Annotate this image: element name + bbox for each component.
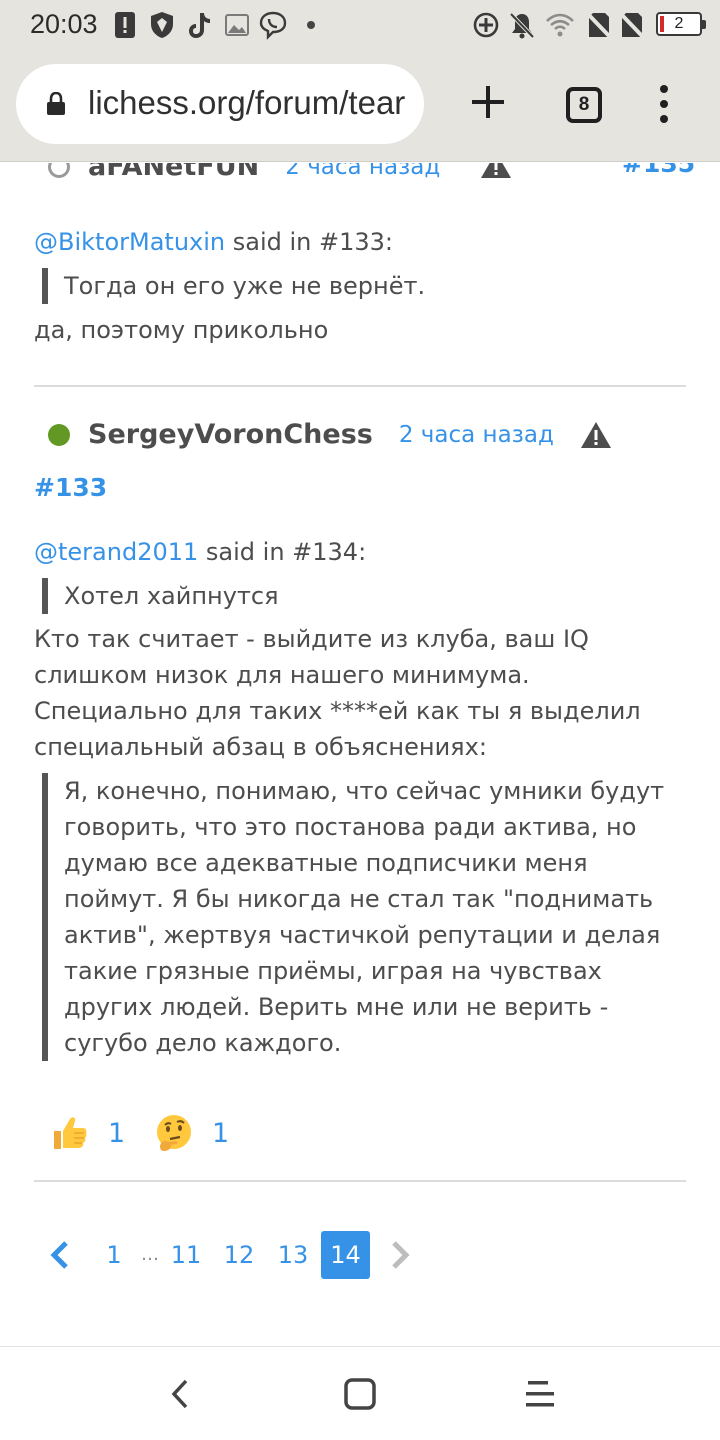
no-sim-icon [618,11,646,40]
post-author[interactable]: SergeyVoronChess [88,419,373,450]
page-link-current[interactable]: 14 [321,1231,370,1279]
viber-icon [259,11,287,40]
said-in-text: said in #133: [225,228,393,256]
alert-icon [115,12,135,38]
new-tab-icon[interactable] [468,82,508,122]
reaction-count: 1 [108,1117,126,1149]
image-icon [225,14,249,36]
tab-switcher-button[interactable]: 8 [566,87,602,123]
page-link-13[interactable]: 13 [275,1231,311,1279]
post-time[interactable]: 2 часа назад [285,163,440,180]
post-body: Кто так считает - выйдите из клуба, ваш … [34,625,641,761]
system-nav-bar [0,1346,720,1440]
shield-icon [151,12,173,38]
back-icon[interactable] [162,1377,202,1411]
quote-block: Я, конечно, понимаю, что сейчас умники б… [42,773,684,1061]
address-bar[interactable]: lichess.org/forum/tear [16,64,424,144]
report-warning-icon[interactable] [480,163,512,179]
said-in-text: said in #134: [198,538,367,566]
status-bar: 20:03 2 [0,0,720,52]
post-time[interactable]: 2 часа назад [399,422,554,448]
post-body: да, поэтому прикольно [34,316,329,344]
home-icon[interactable] [340,1377,380,1411]
no-sim-icon [585,11,613,40]
quote-block: Хотел хайпнутся [42,578,682,614]
recents-menu-icon[interactable] [520,1377,560,1411]
battery-level: 2 [674,15,684,32]
post-number[interactable]: #135 [622,163,695,178]
forum-thread: aFANetFUN 2 часа назад #135 @BiktorMatux… [0,163,720,1343]
post-divider [34,1180,686,1182]
prev-page-icon[interactable] [48,1239,72,1271]
post-header: aFANetFUN 2 часа назад [48,163,440,182]
notification-dot [307,21,315,29]
next-page-icon [392,1241,410,1269]
tiktok-icon [189,13,210,38]
report-warning-icon[interactable] [580,421,612,449]
battery-icon: 2 [656,12,706,36]
url-text[interactable]: lichess.org/forum/tear [88,84,405,122]
post-divider [34,385,686,387]
reaction-count: 1 [212,1117,230,1149]
user-mention[interactable]: @terand2011 [34,538,198,566]
reaction-thinking[interactable]: 1 [154,1113,229,1153]
page-link-12[interactable]: 12 [221,1231,257,1279]
reply-header: @BiktorMatuxin said in #133: [34,224,684,260]
mute-icon [509,12,535,39]
more-menu-icon[interactable] [656,84,672,124]
quote-block: Тогда он его уже не вернёт. [42,268,682,304]
post-header: SergeyVoronChess 2 часа назад [48,419,554,450]
status-time: 20:03 [30,9,98,39]
page-ellipsis: … [141,1244,159,1265]
add-circle-icon [473,12,499,38]
thinking-face-icon [157,1115,191,1151]
post-number[interactable]: #133 [34,473,107,502]
offline-status-icon [48,163,70,178]
thumbs-up-icon [54,1117,87,1149]
reply-header: @terand2011 said in #134: [34,534,684,570]
post-author[interactable]: aFANetFUN [88,163,259,182]
page-link-1[interactable]: 1 [100,1231,128,1279]
pagination: 1 … 11 12 13 14 [34,1231,534,1281]
lock-icon [47,92,65,115]
online-status-icon [48,423,70,446]
browser-toolbar: lichess.org/forum/tear 8 [0,52,720,162]
wifi-icon [546,13,574,37]
page-link-11[interactable]: 11 [168,1231,204,1279]
reaction-thumbs-up[interactable]: 1 [50,1113,125,1153]
user-mention[interactable]: @BiktorMatuxin [34,228,225,256]
